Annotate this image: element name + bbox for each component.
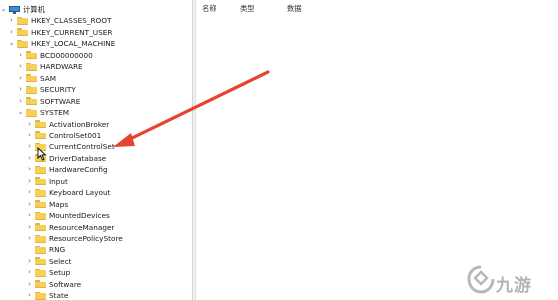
annotation-arrow	[113, 70, 270, 147]
watermark-icon	[467, 265, 495, 294]
watermark-logo: 九游	[466, 264, 552, 296]
arrow-head	[113, 133, 135, 147]
mouse-cursor-icon	[37, 147, 47, 161]
arrow-shaft	[124, 70, 270, 143]
watermark-text: 九游	[496, 276, 532, 296]
